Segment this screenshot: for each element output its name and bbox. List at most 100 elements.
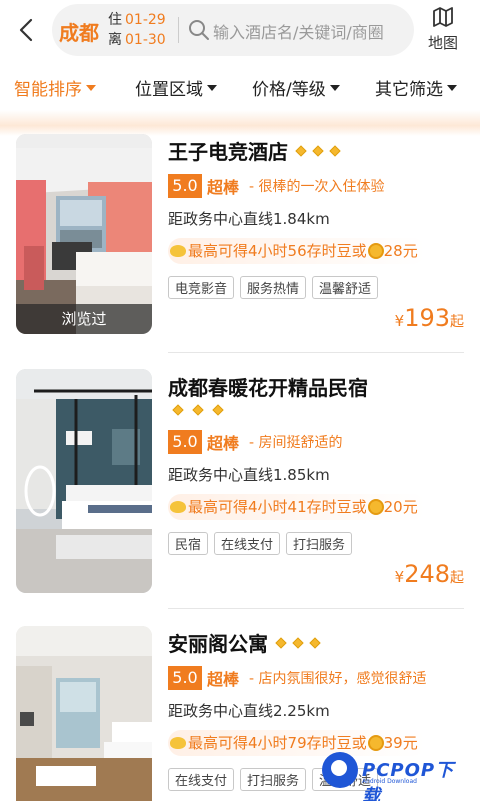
back-button[interactable] <box>14 16 40 44</box>
coin-icon <box>367 498 384 515</box>
bean-icon <box>170 736 186 749</box>
promo-coin-value: 28元 <box>383 242 418 260</box>
bean-icon <box>170 244 186 257</box>
tag: 打扫服务 <box>286 532 353 555</box>
distance-text: 距政务中心直线1.84km <box>168 210 330 228</box>
date-selector[interactable]: 住 01-29 离 01-30 <box>108 10 166 50</box>
diamond-icon <box>275 636 287 649</box>
diamond-icon <box>192 403 204 416</box>
score-badge: 5.0 <box>168 666 202 690</box>
price-amount: 193 <box>404 304 450 332</box>
watermark: PCPOP下载 Android Download <box>322 748 472 801</box>
top-bar: 成都 住 01-29 离 01-30 输入酒店名/关键词/商圈 地图 <box>0 0 480 60</box>
hotel-name-row: 王子电竞酒店 <box>168 136 341 165</box>
diamond-icon <box>329 144 341 157</box>
filter-label: 位置区域 <box>135 80 203 100</box>
map-icon <box>433 7 453 27</box>
coin-icon <box>367 242 384 259</box>
grade-text: 超棒 <box>207 670 240 689</box>
diamond-icon <box>212 403 224 416</box>
filter-label: 智能排序 <box>14 80 82 100</box>
watermark-subtext: Android Download <box>362 778 417 785</box>
currency-symbol: ¥ <box>394 312 405 330</box>
map-label: 地图 <box>427 34 458 52</box>
hotel-name: 成都春暖花开精品民宿 <box>168 376 368 400</box>
hotel-card[interactable]: 成都春暖花开精品民宿 5.0 超棒 - 房间挺舒适的 距政务中心直线1.85km 最… <box>0 369 480 610</box>
search-bar[interactable]: 成都 住 01-29 离 01-30 输入酒店名/关键词/商圈 <box>52 4 414 56</box>
map-button[interactable]: 地图 <box>420 6 466 54</box>
promo-text: 最高可得4小时41存时豆或 <box>188 498 367 516</box>
hotel-name: 安丽阁公寓 <box>168 632 268 656</box>
tag: 在线支付 <box>214 532 281 555</box>
review-snippet: - 店内氛围很好，感觉很舒适 <box>249 671 427 687</box>
review-snippet: - 很棒的一次入住体验 <box>249 179 385 195</box>
room-photo-image <box>16 626 152 801</box>
promo-strip: 最高可得4小时41存时豆或 20元 <box>168 494 426 520</box>
divider <box>178 17 179 43</box>
checkin-date: 01-29 <box>125 12 166 28</box>
promo-text: 最高可得4小时56存时豆或 <box>188 242 367 260</box>
caret-down-icon <box>86 85 96 91</box>
checkout-date: 01-30 <box>125 32 166 48</box>
hotel-card[interactable]: 浏览过 王子电竞酒店 5.0 超棒 - 很棒的一次入住体验 距政务中心直线1.84k… <box>0 134 480 374</box>
card-divider <box>168 608 464 609</box>
caret-down-icon <box>329 85 340 91</box>
filter-shadow <box>0 110 480 136</box>
diamond-icon <box>292 636 304 649</box>
diamond-icon <box>312 144 324 157</box>
filter-label: 价格/等级 <box>252 80 326 100</box>
price-suffix: 起 <box>450 314 464 330</box>
tag: 在线支付 <box>168 768 235 791</box>
diamond-icon <box>172 403 184 416</box>
search-input[interactable]: 输入酒店名/关键词/商圈 <box>213 19 409 43</box>
promo-coin-value: 20元 <box>383 498 418 516</box>
filter-sort[interactable]: 智能排序 <box>14 75 96 100</box>
bean-icon <box>170 500 186 513</box>
grade-text: 超棒 <box>207 178 240 197</box>
distance-text: 距政务中心直线1.85km <box>168 466 330 484</box>
card-divider <box>168 352 464 353</box>
score-badge: 5.0 <box>168 430 202 454</box>
city-selector[interactable]: 成都 <box>59 17 99 46</box>
diamond-icon <box>295 144 307 157</box>
hotel-photo <box>16 626 152 801</box>
hotel-photo: 浏览过 <box>16 134 152 334</box>
price: ¥248起 <box>395 560 464 588</box>
tag: 服务热情 <box>240 276 307 299</box>
promo-strip: 最高可得4小时56存时豆或 28元 <box>168 238 426 264</box>
hotel-name: 王子电竞酒店 <box>168 140 288 164</box>
filter-bar: 智能排序 位置区域 价格/等级 其它筛选 <box>0 62 480 114</box>
filter-location[interactable]: 位置区域 <box>135 75 217 100</box>
grade-text: 超棒 <box>207 434 240 453</box>
price: ¥193起 <box>395 304 464 332</box>
diamond-rating <box>172 402 234 422</box>
caret-down-icon <box>447 85 457 91</box>
diamond-icon <box>309 636 321 649</box>
checkin-label: 住 <box>108 12 122 28</box>
price-amount: 248 <box>404 560 450 588</box>
rating-row: 5.0 超棒 - 店内氛围很好，感觉很舒适 <box>168 666 427 690</box>
distance-text: 距政务中心直线2.25km <box>168 702 330 720</box>
tag-list: 民宿 在线支付 打扫服务 <box>168 532 358 555</box>
filter-other[interactable]: 其它筛选 <box>375 75 457 100</box>
chevron-left-icon <box>19 18 33 42</box>
checkout-label: 离 <box>108 32 122 48</box>
tag: 温馨舒适 <box>312 276 379 299</box>
watermark-logo-icon <box>322 752 358 788</box>
rating-row: 5.0 超棒 - 房间挺舒适的 <box>168 430 343 454</box>
hotel-photo <box>16 369 152 593</box>
search-icon <box>189 20 209 40</box>
filter-label: 其它筛选 <box>375 80 443 100</box>
caret-down-icon <box>207 85 217 91</box>
currency-symbol: ¥ <box>394 568 405 586</box>
score-badge: 5.0 <box>168 174 202 198</box>
tag: 电竞影音 <box>168 276 235 299</box>
tag: 民宿 <box>168 532 209 555</box>
tag: 打扫服务 <box>240 768 307 791</box>
rating-row: 5.0 超棒 - 很棒的一次入住体验 <box>168 174 385 198</box>
price-suffix: 起 <box>450 570 464 586</box>
room-photo-image <box>16 369 152 593</box>
viewed-badge: 浏览过 <box>16 304 152 334</box>
tag-list: 电竞影音 服务热情 温馨舒适 <box>168 276 384 299</box>
filter-price[interactable]: 价格/等级 <box>252 75 340 100</box>
